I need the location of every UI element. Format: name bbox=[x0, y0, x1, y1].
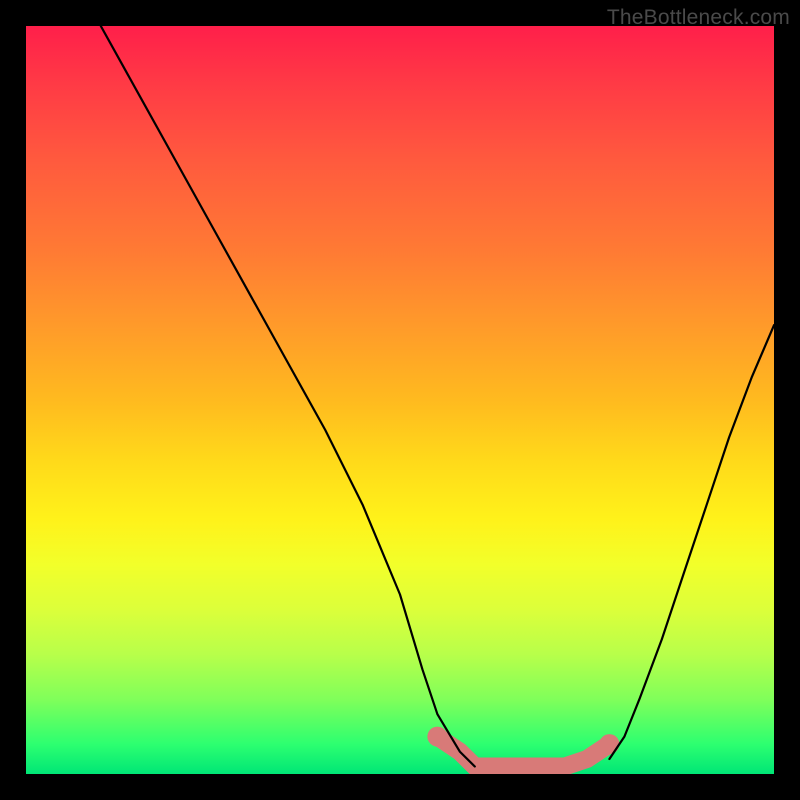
chart-svg bbox=[26, 26, 774, 774]
watermark-text: TheBottleneck.com bbox=[607, 6, 790, 30]
curve-left-branch bbox=[101, 26, 475, 767]
curve-right-branch bbox=[609, 325, 774, 759]
valley-floor-dot-right bbox=[599, 734, 619, 754]
chart-plot-area bbox=[26, 26, 774, 774]
valley-floor-line bbox=[437, 737, 609, 767]
chart-frame: TheBottleneck.com bbox=[0, 0, 800, 800]
valley-floor-dot-left bbox=[427, 727, 447, 747]
